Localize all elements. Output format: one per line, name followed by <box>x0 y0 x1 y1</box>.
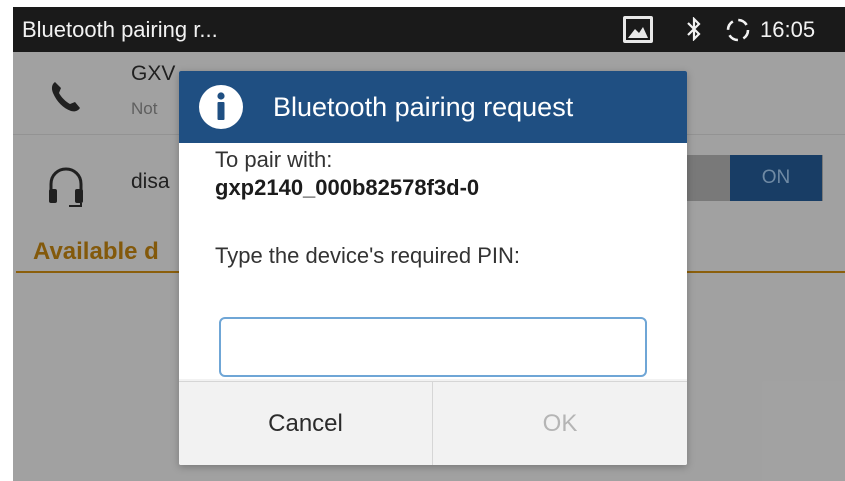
cancel-button[interactable]: Cancel <box>179 382 432 465</box>
status-bar-title: Bluetooth pairing r... <box>22 17 218 42</box>
dialog-header: Bluetooth pairing request <box>179 71 687 143</box>
dialog-button-bar: Cancel OK <box>179 381 687 465</box>
status-clock: 16:05 <box>760 17 816 42</box>
ok-button[interactable]: OK <box>433 382 687 465</box>
bluetooth-pairing-dialog: Bluetooth pairing request To pair with: … <box>179 71 687 465</box>
sync-icon <box>726 18 750 42</box>
dialog-title: Bluetooth pairing request <box>273 92 574 122</box>
pin-input[interactable] <box>219 317 647 377</box>
image-icon <box>623 16 653 43</box>
info-icon <box>199 85 243 129</box>
bluetooth-icon <box>687 17 701 41</box>
pair-with-label: To pair with: <box>215 147 333 172</box>
device-identifier: gxp2140_000b82578f3d-0 <box>215 175 480 200</box>
status-bar: Bluetooth pairing r... 16:05 <box>13 7 845 52</box>
dialog-body: To pair with: gxp2140_000b82578f3d-0 Typ… <box>179 143 687 379</box>
pin-prompt: Type the device's required PIN: <box>215 243 521 268</box>
